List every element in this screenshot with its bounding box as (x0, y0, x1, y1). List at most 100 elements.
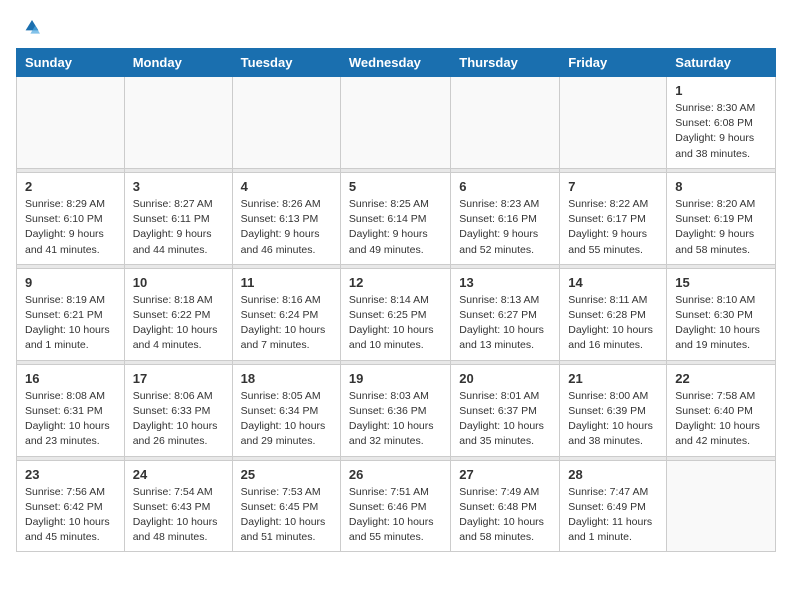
day-header-wednesday: Wednesday (340, 49, 450, 77)
calendar-cell (17, 77, 125, 169)
calendar-cell (451, 77, 560, 169)
calendar-cell: 23 Sunrise: 7:56 AM Sunset: 6:42 PM Dayli… (17, 460, 125, 552)
logo-icon (16, 16, 40, 40)
day-info: Sunrise: 8:06 AM Sunset: 6:33 PM Dayligh… (133, 389, 224, 450)
day-info: Sunrise: 7:56 AM Sunset: 6:42 PM Dayligh… (25, 485, 116, 546)
calendar-cell (667, 460, 776, 552)
calendar-week-1: 1 Sunrise: 8:30 AM Sunset: 6:08 PM Daylig… (17, 77, 776, 169)
day-header-saturday: Saturday (667, 49, 776, 77)
day-number: 15 (675, 275, 767, 290)
day-header-thursday: Thursday (451, 49, 560, 77)
day-info: Sunrise: 8:10 AM Sunset: 6:30 PM Dayligh… (675, 293, 767, 354)
day-number: 7 (568, 179, 658, 194)
day-number: 6 (459, 179, 551, 194)
day-number: 1 (675, 83, 767, 98)
day-info: Sunrise: 8:25 AM Sunset: 6:14 PM Dayligh… (349, 197, 442, 258)
calendar-cell: 1 Sunrise: 8:30 AM Sunset: 6:08 PM Daylig… (667, 77, 776, 169)
day-number: 28 (568, 467, 658, 482)
calendar-cell (560, 77, 667, 169)
day-number: 2 (25, 179, 116, 194)
day-number: 17 (133, 371, 224, 386)
day-header-tuesday: Tuesday (232, 49, 340, 77)
calendar-cell (232, 77, 340, 169)
day-header-sunday: Sunday (17, 49, 125, 77)
calendar: SundayMondayTuesdayWednesdayThursdayFrid… (16, 48, 776, 552)
day-info: Sunrise: 8:11 AM Sunset: 6:28 PM Dayligh… (568, 293, 658, 354)
calendar-cell: 4 Sunrise: 8:26 AM Sunset: 6:13 PM Daylig… (232, 172, 340, 264)
day-header-friday: Friday (560, 49, 667, 77)
calendar-cell: 28 Sunrise: 7:47 AM Sunset: 6:49 PM Dayli… (560, 460, 667, 552)
day-number: 23 (25, 467, 116, 482)
day-info: Sunrise: 8:13 AM Sunset: 6:27 PM Dayligh… (459, 293, 551, 354)
day-number: 10 (133, 275, 224, 290)
day-number: 16 (25, 371, 116, 386)
day-info: Sunrise: 8:26 AM Sunset: 6:13 PM Dayligh… (241, 197, 332, 258)
day-info: Sunrise: 8:00 AM Sunset: 6:39 PM Dayligh… (568, 389, 658, 450)
calendar-cell: 20Sunrise: 8:01 AM Sunset: 6:37 PM Dayli… (451, 364, 560, 456)
day-info: Sunrise: 8:20 AM Sunset: 6:19 PM Dayligh… (675, 197, 767, 258)
day-number: 5 (349, 179, 442, 194)
calendar-cell: 16 Sunrise: 8:08 AM Sunset: 6:31 PM Dayli… (17, 364, 125, 456)
calendar-cell: 10 Sunrise: 8:18 AM Sunset: 6:22 PM Dayli… (124, 268, 232, 360)
day-info: Sunrise: 8:29 AM Sunset: 6:10 PM Dayligh… (25, 197, 116, 258)
calendar-week-3: 9 Sunrise: 8:19 AM Sunset: 6:21 PM Daylig… (17, 268, 776, 360)
calendar-cell: 19Sunrise: 8:03 AM Sunset: 6:36 PM Dayli… (340, 364, 450, 456)
calendar-cell: 6 Sunrise: 8:23 AM Sunset: 6:16 PM Daylig… (451, 172, 560, 264)
day-number: 13 (459, 275, 551, 290)
day-info: Sunrise: 7:51 AM Sunset: 6:46 PM Dayligh… (349, 485, 442, 546)
day-header-monday: Monday (124, 49, 232, 77)
calendar-cell: 24 Sunrise: 7:54 AM Sunset: 6:43 PM Dayli… (124, 460, 232, 552)
calendar-cell: 2 Sunrise: 8:29 AM Sunset: 6:10 PM Daylig… (17, 172, 125, 264)
calendar-cell (340, 77, 450, 169)
calendar-cell: 22 Sunrise: 7:58 AM Sunset: 6:40 PM Dayli… (667, 364, 776, 456)
day-number: 3 (133, 179, 224, 194)
day-info: Sunrise: 8:16 AM Sunset: 6:24 PM Dayligh… (241, 293, 332, 354)
calendar-cell: 13 Sunrise: 8:13 AM Sunset: 6:27 PM Dayli… (451, 268, 560, 360)
calendar-cell: 14 Sunrise: 8:11 AM Sunset: 6:28 PM Dayli… (560, 268, 667, 360)
calendar-cell: 25 Sunrise: 7:53 AM Sunset: 6:45 PM Dayli… (232, 460, 340, 552)
day-info: Sunrise: 7:54 AM Sunset: 6:43 PM Dayligh… (133, 485, 224, 546)
day-info: Sunrise: 7:58 AM Sunset: 6:40 PM Dayligh… (675, 389, 767, 450)
logo (16, 16, 44, 40)
calendar-header-row: SundayMondayTuesdayWednesdayThursdayFrid… (17, 49, 776, 77)
day-number: 27 (459, 467, 551, 482)
calendar-cell: 17 Sunrise: 8:06 AM Sunset: 6:33 PM Dayli… (124, 364, 232, 456)
calendar-cell: 27 Sunrise: 7:49 AM Sunset: 6:48 PM Dayli… (451, 460, 560, 552)
page-header (16, 16, 776, 40)
day-info: Sunrise: 8:23 AM Sunset: 6:16 PM Dayligh… (459, 197, 551, 258)
calendar-cell: 18 Sunrise: 8:05 AM Sunset: 6:34 PM Dayli… (232, 364, 340, 456)
day-info: Sunrise: 7:49 AM Sunset: 6:48 PM Dayligh… (459, 485, 551, 546)
day-number: 11 (241, 275, 332, 290)
day-number: 26 (349, 467, 442, 482)
calendar-week-2: 2 Sunrise: 8:29 AM Sunset: 6:10 PM Daylig… (17, 172, 776, 264)
calendar-cell: 26 Sunrise: 7:51 AM Sunset: 6:46 PM Dayli… (340, 460, 450, 552)
day-number: 8 (675, 179, 767, 194)
day-number: 4 (241, 179, 332, 194)
day-number: 21 (568, 371, 658, 386)
day-info: Sunrise: 8:14 AM Sunset: 6:25 PM Dayligh… (349, 293, 442, 354)
calendar-cell: 15 Sunrise: 8:10 AM Sunset: 6:30 PM Dayli… (667, 268, 776, 360)
day-number: 18 (241, 371, 332, 386)
day-info: Sunrise: 7:47 AM Sunset: 6:49 PM Dayligh… (568, 485, 658, 546)
calendar-cell: 12Sunrise: 8:14 AM Sunset: 6:25 PM Dayli… (340, 268, 450, 360)
day-number: 22 (675, 371, 767, 386)
calendar-week-5: 23 Sunrise: 7:56 AM Sunset: 6:42 PM Dayli… (17, 460, 776, 552)
day-info: Sunrise: 7:53 AM Sunset: 6:45 PM Dayligh… (241, 485, 332, 546)
day-number: 24 (133, 467, 224, 482)
calendar-cell: 11 Sunrise: 8:16 AM Sunset: 6:24 PM Dayli… (232, 268, 340, 360)
day-info: Sunrise: 8:18 AM Sunset: 6:22 PM Dayligh… (133, 293, 224, 354)
calendar-week-4: 16 Sunrise: 8:08 AM Sunset: 6:31 PM Dayli… (17, 364, 776, 456)
day-info: Sunrise: 8:19 AM Sunset: 6:21 PM Dayligh… (25, 293, 116, 354)
day-number: 25 (241, 467, 332, 482)
calendar-cell: 21 Sunrise: 8:00 AM Sunset: 6:39 PM Dayli… (560, 364, 667, 456)
day-info: Sunrise: 8:27 AM Sunset: 6:11 PM Dayligh… (133, 197, 224, 258)
day-info: Sunrise: 8:30 AM Sunset: 6:08 PM Dayligh… (675, 101, 767, 162)
day-info: Sunrise: 8:08 AM Sunset: 6:31 PM Dayligh… (25, 389, 116, 450)
calendar-cell: 8 Sunrise: 8:20 AM Sunset: 6:19 PM Daylig… (667, 172, 776, 264)
day-info: Sunrise: 8:05 AM Sunset: 6:34 PM Dayligh… (241, 389, 332, 450)
day-info: Sunrise: 8:01 AM Sunset: 6:37 PM Dayligh… (459, 389, 551, 450)
day-number: 14 (568, 275, 658, 290)
calendar-cell: 3 Sunrise: 8:27 AM Sunset: 6:11 PM Daylig… (124, 172, 232, 264)
calendar-cell: 5 Sunrise: 8:25 AM Sunset: 6:14 PM Daylig… (340, 172, 450, 264)
day-number: 9 (25, 275, 116, 290)
